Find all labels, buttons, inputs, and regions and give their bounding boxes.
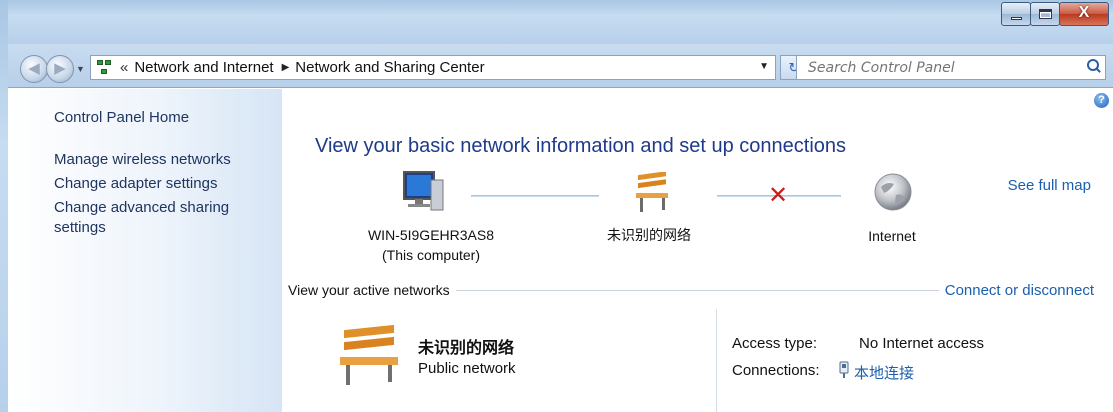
- search-icon[interactable]: [1086, 59, 1100, 73]
- computer-icon[interactable]: [400, 170, 446, 216]
- breadcrumb-separator-icon[interactable]: ▶: [282, 62, 290, 73]
- window-left-border: [0, 0, 8, 412]
- breadcrumb-overflow-chevron[interactable]: «: [120, 59, 128, 76]
- control-panel-home-link[interactable]: Control Panel Home: [54, 108, 189, 128]
- minimize-button[interactable]: [1001, 2, 1031, 26]
- window-controls: X: [1001, 2, 1109, 28]
- breadcrumb-network-and-sharing-center[interactable]: Network and Sharing Center: [295, 59, 484, 76]
- computer-subtitle: (This computer): [381, 247, 481, 263]
- connections-label: Connections:: [732, 362, 820, 379]
- network-icon: [96, 59, 114, 77]
- search-input[interactable]: [797, 56, 1067, 79]
- change-adapter-settings-link[interactable]: Change adapter settings: [54, 174, 217, 194]
- address-dropdown-icon[interactable]: ▼: [759, 61, 769, 72]
- ethernet-connection-icon: [839, 361, 849, 378]
- active-network-type[interactable]: Public network: [418, 360, 516, 377]
- network-node-label: 未识别的网络: [607, 227, 691, 243]
- disconnected-x-icon: ✕: [768, 182, 789, 209]
- active-network-name: 未识别的网络: [418, 340, 515, 357]
- help-icon[interactable]: ?: [1094, 93, 1109, 108]
- forward-button[interactable]: ▶: [46, 55, 74, 83]
- see-full-map-link[interactable]: See full map: [1008, 177, 1091, 194]
- globe-internet-icon[interactable]: [872, 171, 914, 213]
- maximize-icon: [1039, 9, 1052, 19]
- bench-network-icon[interactable]: [632, 172, 676, 216]
- back-button[interactable]: ◀: [20, 55, 48, 83]
- manage-wireless-networks-link[interactable]: Manage wireless networks: [54, 150, 231, 170]
- back-arrow-icon: ◀: [28, 60, 40, 77]
- change-advanced-sharing-settings-link[interactable]: Change advanced sharing settings: [54, 198, 254, 238]
- access-type-value: No Internet access: [859, 335, 985, 352]
- local-connection-link[interactable]: 本地连接: [854, 365, 914, 382]
- forward-arrow-icon: ▶: [54, 60, 66, 77]
- access-type-label: Access type:: [732, 335, 818, 352]
- navigation-bar: ◀ ▶ ▼ « Network and Internet ▶ Network a…: [8, 44, 1113, 88]
- maximize-button[interactable]: [1030, 2, 1060, 26]
- left-navigation-pane: Control Panel Home Manage wireless netwo…: [8, 89, 282, 412]
- active-network-divider: [716, 309, 717, 412]
- close-icon: X: [1078, 4, 1090, 21]
- minimize-icon: [1011, 17, 1022, 20]
- active-networks-header: View your active networks Connect or dis…: [288, 280, 1094, 300]
- address-bar[interactable]: « Network and Internet ▶ Network and Sha…: [90, 55, 776, 80]
- recent-pages-dropdown-icon[interactable]: ▼: [76, 64, 85, 74]
- active-network-bench-icon: [340, 325, 398, 385]
- computer-node-label: WIN-5I9GEHR3AS8 (This computer): [341, 225, 521, 265]
- breadcrumb-network-and-internet[interactable]: Network and Internet: [134, 59, 273, 76]
- connect-or-disconnect-link[interactable]: Connect or disconnect: [945, 282, 1094, 299]
- connections-value[interactable]: 本地连接: [854, 362, 914, 383]
- map-link-computer-network: [471, 195, 599, 197]
- section-divider: [455, 289, 939, 291]
- window-titlebar: X: [0, 0, 1113, 44]
- close-button[interactable]: X: [1059, 2, 1109, 26]
- page-title: View your basic network information and …: [315, 135, 847, 157]
- computer-name: WIN-5I9GEHR3AS8: [367, 227, 495, 243]
- search-box[interactable]: [796, 55, 1106, 80]
- active-networks-label: View your active networks: [288, 282, 450, 298]
- internet-node-label: Internet: [868, 228, 916, 244]
- main-content: ? View your basic network information an…: [283, 89, 1113, 412]
